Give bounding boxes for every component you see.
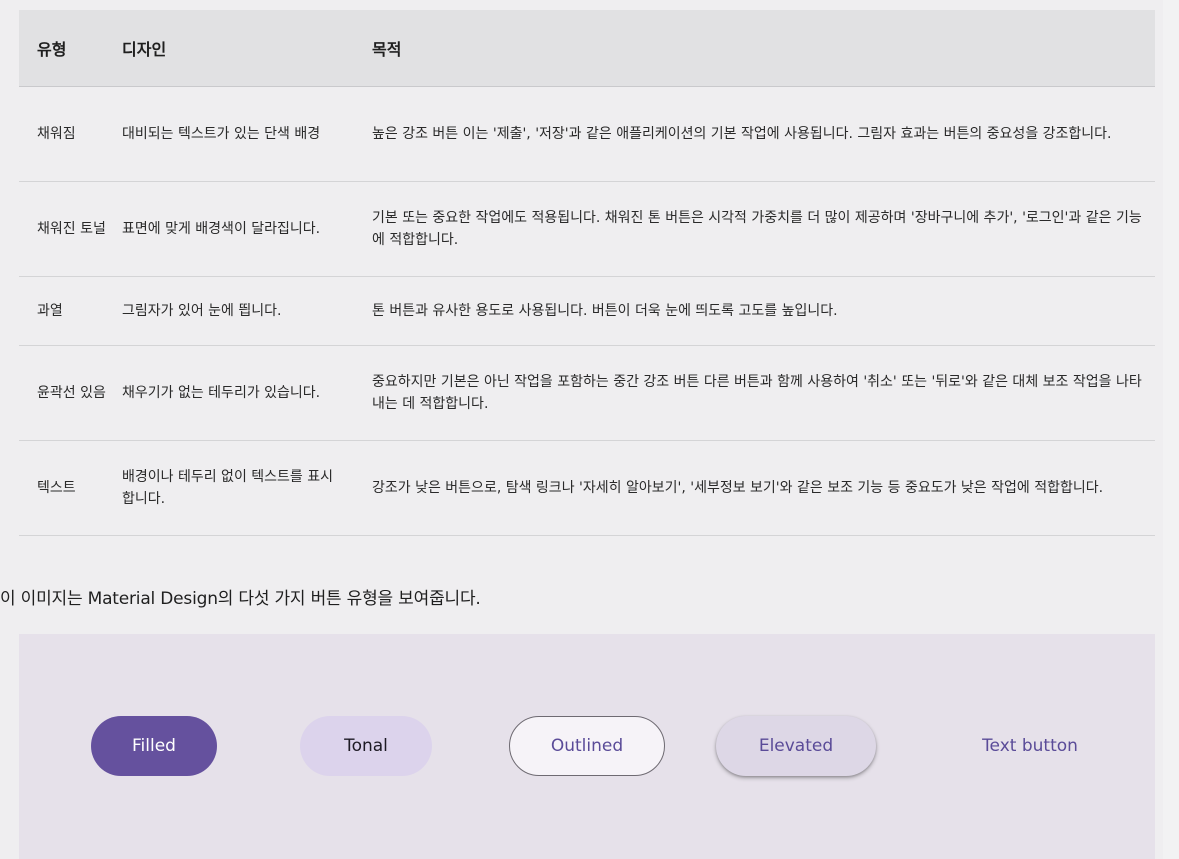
cell-type: 채워짐 bbox=[19, 86, 122, 182]
filled-button[interactable]: Filled bbox=[91, 716, 217, 776]
cell-type: 과열 bbox=[19, 276, 122, 346]
cell-design: 채우기가 없는 테두리가 있습니다. bbox=[122, 345, 372, 441]
button-types-table: 유형 디자인 목적 채워짐 대비되는 텍스트가 있는 단색 배경 높은 강조 버… bbox=[19, 10, 1155, 536]
table-row: 채워짐 대비되는 텍스트가 있는 단색 배경 높은 강조 버튼 이는 '제출',… bbox=[19, 86, 1155, 182]
table-header-row: 유형 디자인 목적 bbox=[19, 10, 1155, 87]
image-caption: 이 이미지는 Material Design의 다섯 가지 버튼 유형을 보여줍… bbox=[0, 589, 481, 609]
table-row: 과열 그림자가 있어 눈에 띕니다. 톤 버튼과 유사한 용도로 사용됩니다. … bbox=[19, 276, 1155, 346]
cell-purpose: 강조가 낮은 버튼으로, 탐색 링크나 '자세히 알아보기', '세부정보 보기… bbox=[372, 440, 1155, 536]
tonal-button[interactable]: Tonal bbox=[300, 716, 432, 776]
table-row: 채워진 토널 표면에 맞게 배경색이 달라집니다. 기본 또는 중요한 작업에도… bbox=[19, 181, 1155, 277]
cell-type: 채워진 토널 bbox=[19, 181, 122, 277]
cell-type: 텍스트 bbox=[19, 440, 122, 536]
table-row: 윤곽선 있음 채우기가 없는 테두리가 있습니다. 중요하지만 기본은 아닌 작… bbox=[19, 345, 1155, 441]
cell-type: 윤곽선 있음 bbox=[19, 345, 122, 441]
cell-design: 대비되는 텍스트가 있는 단색 배경 bbox=[122, 86, 372, 182]
header-type: 유형 bbox=[19, 10, 122, 87]
cell-purpose: 중요하지만 기본은 아닌 작업을 포함하는 중간 강조 버튼 다른 버튼과 함께… bbox=[372, 345, 1155, 441]
button-types-table-container: 유형 디자인 목적 채워짐 대비되는 텍스트가 있는 단색 배경 높은 강조 버… bbox=[19, 10, 1155, 536]
scrollbar-track[interactable] bbox=[1163, 0, 1179, 859]
cell-design: 배경이나 테두리 없이 텍스트를 표시합니다. bbox=[122, 440, 372, 536]
cell-purpose: 기본 또는 중요한 작업에도 적용됩니다. 채워진 톤 버튼은 시각적 가중치를… bbox=[372, 181, 1155, 277]
cell-purpose: 높은 강조 버튼 이는 '제출', '저장'과 같은 애플리케이션의 기본 작업… bbox=[372, 86, 1155, 182]
text-button[interactable]: Text button bbox=[959, 716, 1101, 776]
header-design: 디자인 bbox=[122, 10, 372, 87]
cell-purpose: 톤 버튼과 유사한 용도로 사용됩니다. 버튼이 더욱 눈에 띄도록 고도를 높… bbox=[372, 276, 1155, 346]
cell-design: 그림자가 있어 눈에 띕니다. bbox=[122, 276, 372, 346]
page: 유형 디자인 목적 채워짐 대비되는 텍스트가 있는 단색 배경 높은 강조 버… bbox=[0, 0, 1179, 859]
elevated-button[interactable]: Elevated bbox=[716, 716, 876, 776]
outlined-button[interactable]: Outlined bbox=[509, 716, 665, 776]
button-demo-panel: Filled Tonal Outlined Elevated Text butt… bbox=[19, 634, 1155, 859]
cell-design: 표면에 맞게 배경색이 달라집니다. bbox=[122, 181, 372, 277]
header-purpose: 목적 bbox=[372, 10, 1155, 87]
table-row: 텍스트 배경이나 테두리 없이 텍스트를 표시합니다. 강조가 낮은 버튼으로,… bbox=[19, 440, 1155, 536]
